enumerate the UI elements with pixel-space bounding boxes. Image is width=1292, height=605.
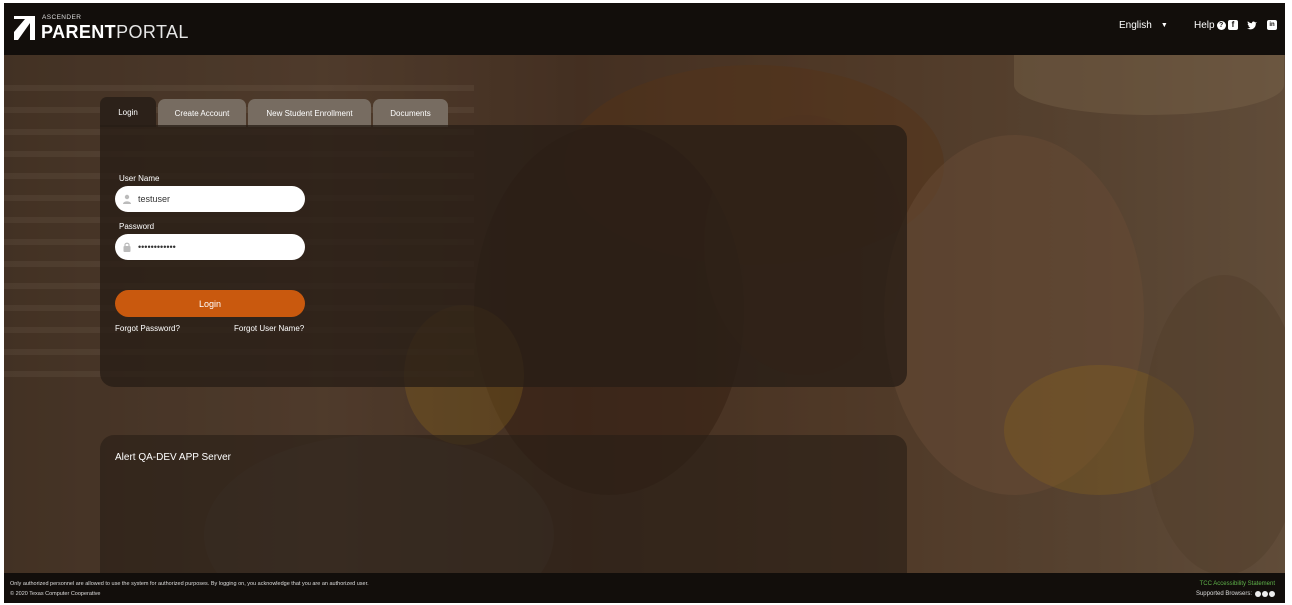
twitter-bird-glyph	[1247, 21, 1257, 30]
browser-icon[interactable]	[1262, 591, 1268, 597]
logo-brand-bottom: PARENTPORTAL	[41, 22, 189, 42]
login-tabs: Login Create Account New Student Enrollm…	[100, 97, 450, 127]
browser-icon[interactable]	[1255, 591, 1261, 597]
tab-create-account-label: Create Account	[174, 108, 230, 118]
page-footer: Only authorized personnel are allowed to…	[4, 573, 1285, 603]
login-button[interactable]: Login	[115, 290, 305, 317]
footer-copyright: © 2020 Texas Computer Cooperative	[10, 591, 101, 597]
login-panel: User Name Password Login Forgot Password…	[100, 125, 907, 387]
logo-brand-bold: PARENT	[41, 22, 117, 42]
logo-wordmark: ASCENDER PARENTPORTAL	[41, 14, 201, 42]
accessibility-statement-link[interactable]: TCC Accessibility Statement	[1200, 581, 1275, 587]
tab-login-label: Login	[118, 107, 138, 117]
tab-login[interactable]: Login	[100, 97, 156, 127]
app-frame: ASCENDER PARENTPORTAL English ▼ Help ? f…	[4, 3, 1285, 603]
alert-panel: Alert QA-DEV APP Server	[100, 435, 907, 585]
lock-icon	[123, 242, 131, 252]
forgot-password-link[interactable]: Forgot Password?	[115, 324, 180, 333]
facebook-icon[interactable]: f	[1228, 20, 1238, 30]
supported-browsers-label: Supported Browsers:	[1195, 591, 1252, 597]
top-header: ASCENDER PARENTPORTAL English ▼ Help ? f…	[4, 3, 1285, 55]
linkedin-icon[interactable]: in	[1267, 20, 1277, 30]
password-label: Password	[119, 222, 155, 231]
help-label: Help	[1194, 20, 1215, 31]
password-input[interactable]	[138, 242, 288, 252]
ascender-logo[interactable]: ASCENDER PARENTPORTAL	[14, 14, 201, 42]
username-label: User Name	[119, 174, 160, 183]
logo-brand-light: PORTAL	[116, 22, 189, 42]
supported-browsers: Supported Browsers:	[1196, 591, 1275, 597]
forgot-username-link[interactable]: Forgot User Name?	[234, 324, 304, 333]
twitter-icon[interactable]	[1247, 20, 1257, 30]
logo-brand-top: ASCENDER	[42, 14, 82, 21]
user-icon	[123, 194, 131, 204]
language-select[interactable]: English ▼	[1119, 20, 1168, 31]
question-icon: ?	[1216, 21, 1226, 30]
password-field[interactable]	[115, 234, 305, 260]
logo-mark-icon	[14, 16, 35, 40]
username-input[interactable]	[138, 194, 288, 204]
caret-down-icon: ▼	[1160, 22, 1168, 29]
browser-icon[interactable]	[1269, 591, 1275, 597]
tab-new-student-enrollment[interactable]: New Student Enrollment	[248, 99, 371, 127]
username-field[interactable]	[115, 186, 305, 212]
tab-documents[interactable]: Documents	[373, 99, 448, 127]
language-label: English	[1119, 20, 1152, 31]
help-link[interactable]: Help ?	[1194, 20, 1226, 31]
tab-documents-label: Documents	[390, 108, 431, 118]
tab-new-student-enrollment-label: New Student Enrollment	[266, 108, 353, 118]
tab-create-account[interactable]: Create Account	[158, 99, 246, 127]
footer-disclaimer: Only authorized personnel are allowed to…	[10, 581, 369, 587]
alert-message: Alert QA-DEV APP Server	[115, 452, 231, 463]
